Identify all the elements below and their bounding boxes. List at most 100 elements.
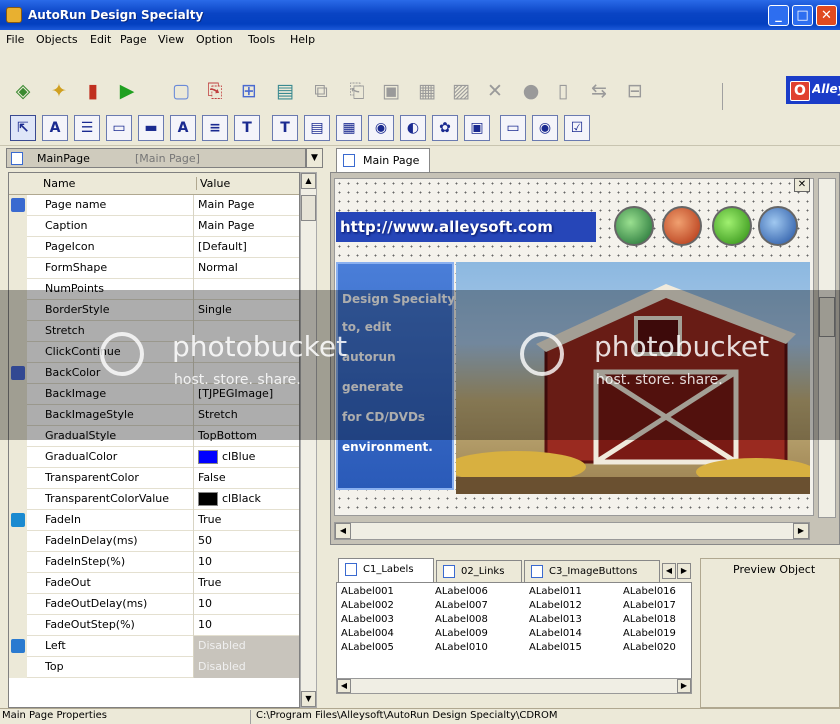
property-value[interactable]: 10 [193,594,299,615]
list-hscrollbar[interactable]: ◀ ▶ [336,678,692,694]
tab-c1-labels[interactable]: C1_Labels [338,558,434,582]
property-row[interactable]: TransparentColor False [9,468,299,489]
menu-edit[interactable]: Edit [90,33,111,46]
run-icon[interactable]: ▶ [114,78,140,104]
label-list[interactable]: ALabel001 ALabel006 ALabel011 ALabel016 ALab… [336,582,692,686]
list-item[interactable]: ALabel015 [529,642,582,653]
list-item[interactable]: ALabel006 [435,586,488,597]
list-item[interactable]: ALabel012 [529,600,582,611]
lock-icon[interactable]: ● [518,78,544,104]
browser-tool-button[interactable]: ▣ [464,115,490,141]
home-button-icon[interactable] [662,206,702,246]
property-value[interactable]: Disabled [193,657,299,678]
list-item[interactable]: ALabel010 [435,642,488,653]
menu-file[interactable]: File [6,33,24,46]
wizard-icon[interactable]: ◈ [10,78,36,104]
list-item[interactable]: ALabel020 [623,642,676,653]
property-value[interactable]: clBlue [193,447,299,468]
list-item[interactable]: ALabel009 [435,628,488,639]
power-icon[interactable]: O [790,81,810,101]
image-tool-button[interactable]: ◉ [368,115,394,141]
table-tool-button[interactable]: ▦ [336,115,362,141]
checkbox-tool-button[interactable]: ☑ [564,115,590,141]
open-page-icon[interactable]: ⎘ [202,78,228,104]
property-row[interactable]: Left Disabled [9,636,299,657]
label-tool-button[interactable]: A [42,115,68,141]
property-row[interactable]: Top Disabled [9,657,299,678]
property-value[interactable]: 10 [193,552,299,573]
page-props-icon[interactable]: ⊞ [236,78,262,104]
close-button[interactable]: ✕ [816,5,837,26]
property-value[interactable]: Disabled [193,636,299,657]
list-item[interactable]: ALabel016 [623,586,676,597]
property-value[interactable]: Main Page [193,216,299,237]
list-item[interactable]: ALabel005 [341,642,394,653]
globe-button-icon[interactable] [614,206,654,246]
list-item[interactable]: ALabel011 [529,586,582,597]
disk-icon[interactable]: ▦ [414,78,440,104]
property-row[interactable]: FormShape Normal [9,258,299,279]
site-url-label[interactable]: http://www.alleysoft.com [336,212,596,242]
page-selector[interactable]: MainPage [Main Page] [6,148,306,168]
delete-icon[interactable]: ✕ [482,78,508,104]
scroll-right-icon[interactable]: ▶ [793,523,809,539]
property-scrollbar[interactable]: ▲ ▼ [300,172,317,708]
list-item[interactable]: ALabel003 [341,614,394,625]
menu-option[interactable]: Option [196,33,233,46]
brand-logo[interactable]: O Alleysoft [786,76,840,104]
maximize-button[interactable]: □ [792,5,813,26]
save-icon[interactable]: ▣ [378,78,404,104]
page-export-icon[interactable]: ▤ [272,78,298,104]
chevron-down-icon[interactable]: ▼ [306,148,323,168]
grid-tool-button[interactable]: ▤ [304,115,330,141]
pdf-tool-button[interactable]: ▭ [500,115,526,141]
tab-main-page[interactable]: Main Page [336,148,430,172]
list-item[interactable]: ALabel013 [529,614,582,625]
textbox-tool-button[interactable]: T [272,115,298,141]
property-row[interactable]: TransparentColorValue clBlack [9,489,299,510]
list-item[interactable]: ALabel019 [623,628,676,639]
scroll-left-icon[interactable]: ◀ [337,679,351,693]
property-value[interactable]: [Default] [193,237,299,258]
property-row[interactable]: Caption Main Page [9,216,299,237]
tab-02-links[interactable]: 02_Links [436,560,522,582]
property-row[interactable]: FadeOut True [9,573,299,594]
property-row[interactable]: GradualColor clBlue [9,447,299,468]
flash-tool-button[interactable]: ✿ [432,115,458,141]
mail-button-icon[interactable] [758,206,798,246]
apple-button-icon[interactable] [712,206,752,246]
property-value[interactable]: True [193,510,299,531]
tab-c3-imagebuttons[interactable]: C3_ImageButtons [524,560,660,582]
menu-help[interactable]: Help [290,33,315,46]
new-page-icon[interactable]: ▢ [168,78,194,104]
property-row[interactable]: FadeOutStep(%) 10 [9,615,299,636]
property-value[interactable]: True [193,573,299,594]
image-icon[interactable]: ▨ [448,78,474,104]
property-row[interactable]: PageIcon [Default] [9,237,299,258]
list-tool-button[interactable]: ≡ [202,115,228,141]
list-item[interactable]: ALabel007 [435,600,488,611]
property-value[interactable]: 50 [193,531,299,552]
scroll-down-icon[interactable]: ▼ [301,691,316,707]
panel-tool-button[interactable]: ▭ [106,115,132,141]
list-item[interactable]: ALabel014 [529,628,582,639]
build-icon[interactable]: ▮ [80,78,106,104]
text-tool-button[interactable]: A [170,115,196,141]
menu-view[interactable]: View [158,33,184,46]
copy-icon[interactable]: ⧉ [308,78,334,104]
list-item[interactable]: ALabel001 [341,586,394,597]
property-row[interactable]: FadeInDelay(ms) 50 [9,531,299,552]
menu-page[interactable]: Page [120,33,147,46]
property-row[interactable]: FadeIn True [9,510,299,531]
close-icon[interactable]: ✕ [794,178,810,192]
property-value[interactable]: False [193,468,299,489]
pointer-tool-button[interactable]: ⇱ [10,115,36,141]
caption-tool-button[interactable]: T [234,115,260,141]
property-value[interactable]: Main Page [193,195,299,216]
property-value[interactable]: 10 [193,615,299,636]
scroll-left-icon[interactable]: ◀ [335,523,351,539]
chevron-right-icon[interactable]: ▶ [677,563,691,579]
list-item[interactable]: ALabel008 [435,614,488,625]
property-row[interactable]: FadeOutDelay(ms) 10 [9,594,299,615]
list-item[interactable]: ALabel018 [623,614,676,625]
